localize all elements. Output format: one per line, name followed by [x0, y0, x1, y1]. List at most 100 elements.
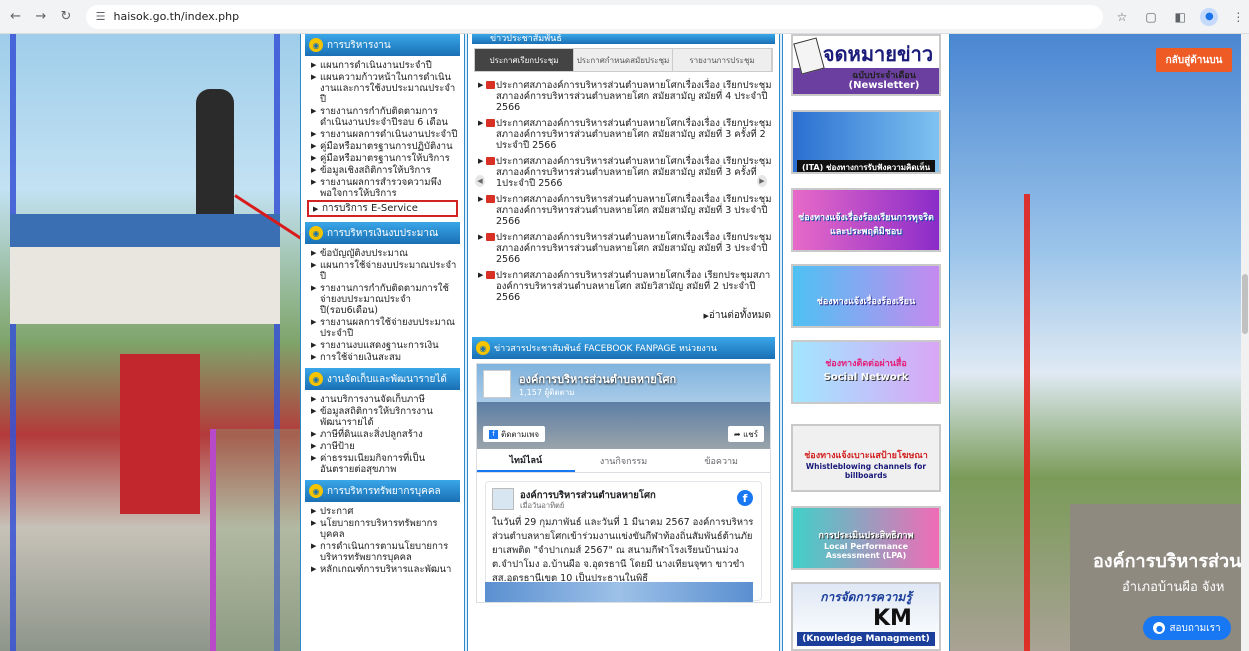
menu-item[interactable]: ข้อมูลสถิติการให้บริการงานพัฒนารายได้ [311, 406, 458, 428]
profile-button[interactable]: ● [1199, 6, 1220, 28]
news-item[interactable]: ประกาศสภาองค์การบริหารส่วนตำบลหายโศกเรื่… [478, 194, 773, 227]
section-badge-icon: ◉ [309, 484, 323, 498]
tab-timeline[interactable]: ไทม์ไลน์ [477, 449, 575, 472]
news-item-text: ประกาศสภาองค์การบริหารส่วนตำบลหายโศกเรื่… [496, 156, 772, 189]
tab-messages[interactable]: ข้อความ [672, 449, 770, 472]
menu-item[interactable]: ภาษีป้าย [311, 441, 458, 452]
news-item[interactable]: ประกาศสภาองค์การบริหารส่วนตำบลหายโศกเรื่… [478, 118, 773, 151]
section-title: การบริหารงาน [327, 39, 391, 51]
menu-item[interactable]: การดำเนินการตามนโยบายการบริหารทรัพยากรบุ… [311, 541, 458, 563]
budget-menu: ข้อบัญญัติงบประมาณ แผนการใช้จ่ายงบประมาณ… [301, 244, 464, 368]
menu-item[interactable]: คู่มือหรือมาตรฐานการปฏิบัติงาน [311, 141, 458, 152]
banner-acronym: KM [873, 606, 912, 631]
menu-item[interactable]: งานบริการงานจัดเก็บภาษี [311, 394, 458, 405]
news-column: ข่าวประชาสัมพันธ์ ประกาศเรียกประชุม ประก… [467, 34, 780, 651]
section-header-budget: ◉ การบริหารเงินงบประมาณ [305, 222, 460, 244]
newsletter-banner[interactable]: จดหมายข่าว ฉบับประจำเดือน (Newsletter) [791, 34, 941, 96]
menu-item[interactable]: รายงานงบแสดงฐานะการเงิน [311, 340, 458, 351]
menu-item[interactable]: รายงานการกำกับติดตามการใช้จ่ายงบประมาณปร… [311, 283, 458, 316]
page-scrollbar[interactable] [1241, 34, 1249, 651]
news-item-text: ประกาศสภาองค์การบริหารส่วนตำบลหายโศกเรื่… [496, 194, 772, 227]
scroll-right-icon[interactable]: ▶ [757, 175, 767, 187]
news-item[interactable]: ประกาศสภาองค์การบริหารส่วนตำบลหายโศกเรื่… [478, 270, 773, 303]
section-badge-icon: ◉ [309, 226, 323, 240]
back-to-top-button[interactable]: กลับสู่ด้านบน [1156, 48, 1232, 72]
tab-meeting-report[interactable]: รายงานการประชุม [673, 49, 772, 71]
url-text: haisok.go.th/index.php [113, 10, 240, 23]
scrollbar-thumb[interactable] [1242, 274, 1248, 334]
banner-column: จดหมายข่าว ฉบับประจำเดือน (Newsletter) (… [782, 34, 950, 651]
contact-us-button[interactable]: ● สอบถามเรา [1143, 616, 1231, 640]
menu-item[interactable]: ข้อบัญญัติงบประมาณ [311, 248, 458, 259]
news-item[interactable]: ประกาศสภาองค์การบริหารส่วนตำบลหายโศกเรื่… [478, 80, 773, 113]
section-header-management: ◉ การบริหารงาน [305, 34, 460, 56]
banner-subtitle: Whistleblowing channels for billboards [805, 462, 927, 480]
news-item[interactable]: ประกาศสภาองค์การบริหารส่วนตำบลหายโศกเรื่… [478, 156, 773, 189]
social-network-banner[interactable]: ช่องทางติดต่อผ่านสื่อ Social Network [791, 340, 941, 404]
e-service-link[interactable]: การบริการ E-Service [307, 200, 458, 217]
menu-item[interactable]: ภาษีที่ดินและสิ่งปลูกสร้าง [311, 429, 458, 440]
menu-item[interactable]: การใช้จ่ายเงินสะสม [311, 352, 458, 363]
menu-item[interactable]: แผนความก้าวหน้าในการดำเนินงานและการใช้งบ… [311, 72, 458, 105]
read-more-link[interactable]: อ่านต่อทั้งหมด [468, 308, 779, 323]
section-title: การบริหารทรัพยากรบุคคล [327, 485, 441, 497]
facebook-embed: องค์การบริหารส่วนตำบลหายโศก 1,157 ผู้ติด… [476, 363, 771, 603]
corruption-complaint-banner[interactable]: ช่องทางแจ้งเรื่องร้องเรียนการทุจริตและปร… [791, 188, 941, 252]
avatar-icon: ● [1200, 7, 1219, 26]
km-banner[interactable]: การจัดการความรู้ KM (Knowledge Managment… [791, 582, 941, 651]
tab-meeting-call[interactable]: ประกาศเรียกประชุม [475, 49, 574, 71]
post-photos[interactable] [485, 582, 753, 602]
back-arrow-icon[interactable]: ← [6, 7, 25, 27]
menu-item[interactable]: รายงานผลการใช้จ่ายงบประมาณประจำปี [311, 317, 458, 339]
news-item[interactable]: ประกาศสภาองค์การบริหารส่วนตำบลหายโศกเรื่… [478, 232, 773, 265]
lpa-banner[interactable]: การประเมินประสิทธิภาพ Local Performance … [791, 506, 941, 570]
menu-item[interactable]: นโยบายการบริหารทรัพยากรบุคคล [311, 518, 458, 540]
post-avatar[interactable] [492, 488, 514, 510]
menu-item[interactable]: คู่มือหรือมาตรฐานการให้บริการ [311, 153, 458, 164]
menu-item[interactable]: แผนการใช้จ่ายงบประมาณประจำปี [311, 260, 458, 282]
menu-item[interactable]: ค่าธรรมเนียมกิจการที่เป็นอันตรายต่อสุขภา… [311, 453, 458, 475]
menu-item[interactable]: ประกาศ [311, 506, 458, 517]
pdf-icon [486, 119, 495, 127]
pdf-icon [486, 157, 495, 165]
sidebar-icon[interactable]: ◧ [1170, 6, 1191, 28]
pdf-icon [486, 271, 495, 279]
tab-events[interactable]: งานกิจกรรม [575, 449, 673, 472]
red-carpet-image [120, 354, 200, 514]
section-badge-icon: ◉ [309, 38, 323, 52]
menu-item[interactable]: แผนการดำเนินงานประจำปี [311, 60, 458, 71]
sign-subtitle: อำเภอบ้านผือ จังห [1122, 580, 1225, 595]
notepad-icon [793, 37, 825, 75]
address-bar[interactable]: ☰ haisok.go.th/index.php [85, 4, 1104, 29]
opinion-channel-banner[interactable]: (ITA) ช่องทางการรับฟังความคิดเห็น [791, 110, 941, 174]
extensions-icon[interactable]: ▢ [1141, 6, 1162, 28]
menu-item[interactable]: รายงานผลการดำเนินงานประจำปี [311, 129, 458, 140]
billboard-whistleblowing-banner[interactable]: ช่องทางแจ้งเบาะแสป้ายโฆษณา Whistleblowin… [791, 424, 941, 492]
reload-icon[interactable]: ↻ [56, 7, 75, 27]
share-button[interactable]: ➦ แชร์ [727, 426, 764, 442]
tab-session-schedule[interactable]: ประกาศกำหนดสมัยประชุม [574, 49, 673, 71]
building-image [10, 214, 280, 324]
banner-caption: (Knowledge Managment) [797, 632, 935, 646]
menu-item[interactable]: รายงานการกำกับติดตามการดำเนินงานประจำปีร… [311, 106, 458, 128]
follow-page-button[interactable]: f ติดตามเพจ [483, 426, 546, 442]
scroll-left-icon[interactable]: ◀ [475, 175, 485, 187]
hr-menu: ประกาศ นโยบายการบริหารทรัพยากรบุคคล การด… [301, 502, 464, 580]
follower-count: 1,157 ผู้ติดตาม [519, 388, 575, 397]
facebook-logo-icon[interactable]: f [737, 490, 753, 506]
forward-arrow-icon[interactable]: → [31, 7, 50, 27]
menu-item[interactable]: ข้อมูลเชิงสถิติการให้บริการ [311, 165, 458, 176]
menu-item[interactable]: หลักเกณฑ์การบริหารและพัฒนา [311, 564, 458, 575]
complaint-channel-banner[interactable]: ช่องทางแจ้งเรื่องร้องเรียน [791, 264, 941, 328]
banner-title: ช่องทางแจ้งเรื่องร้องเรียน [816, 297, 916, 307]
red-hexagon-frame [950, 194, 1030, 651]
bookmark-star-icon[interactable]: ☆ [1111, 6, 1132, 28]
post-time[interactable]: เมื่อวันอาทิตย์ [520, 500, 564, 512]
left-background-photo [0, 34, 310, 651]
messenger-icon: ● [1153, 622, 1166, 634]
page-logo[interactable] [483, 370, 511, 398]
menu-item[interactable]: รายงานผลการสำรวจความพึงพอใจการให้บริการ [311, 177, 458, 199]
menu-kebab-icon[interactable]: ⋮ [1228, 6, 1249, 28]
site-info-icon[interactable]: ☰ [96, 10, 106, 23]
pdf-icon [486, 81, 495, 89]
